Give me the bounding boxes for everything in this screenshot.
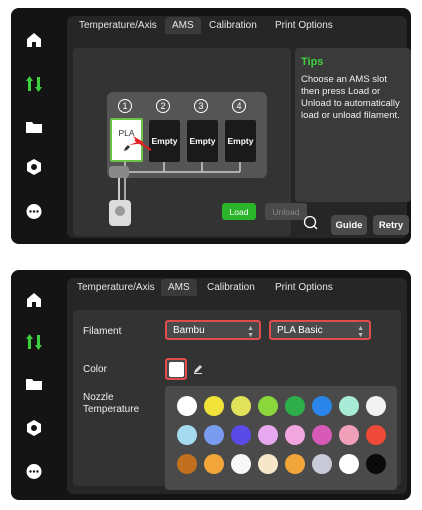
filament-type-select[interactable]: PLA Basic ▲ ▼ [269, 320, 371, 340]
folder-icon[interactable] [22, 115, 46, 139]
color-swatch-option[interactable] [258, 425, 278, 445]
filament-form: Filament Bambu ▲ ▼ PLA Basic ▲ ▼ Color Noz… [73, 310, 401, 490]
sidebar [11, 8, 57, 244]
color-swatch-option[interactable] [177, 425, 197, 445]
tab-calibration[interactable]: Calibration [209, 20, 257, 31]
ams-load-screen: Temperature/Axis AMS Calibration Print O… [11, 8, 411, 244]
color-swatch-option[interactable] [177, 454, 197, 474]
color-selector[interactable] [165, 358, 187, 380]
tab-calibration[interactable]: Calibration [207, 282, 255, 293]
nozzle-temperature-label: Nozzle Temperature [83, 392, 140, 415]
tab-bar: Temperature/Axis AMS Calibration Print O… [67, 278, 407, 302]
slot-2[interactable]: Empty [149, 120, 180, 162]
folder-icon[interactable] [22, 372, 46, 396]
chat-icon[interactable] [22, 460, 46, 484]
main-panel: Temperature/Axis AMS Calibration Print O… [67, 16, 411, 238]
sliders-icon[interactable] [22, 72, 46, 96]
filament-brand-select[interactable]: Bambu ▲ ▼ [165, 320, 261, 340]
color-swatch-option[interactable] [312, 454, 332, 474]
color-palette [165, 386, 397, 490]
color-swatch-option[interactable] [366, 425, 386, 445]
color-swatch-option[interactable] [339, 425, 359, 445]
edit-icon[interactable] [193, 364, 203, 374]
tab-print-options[interactable]: Print Options [275, 282, 333, 293]
tab-bar: Temperature/Axis AMS Calibration Print O… [67, 16, 407, 40]
select-arrows-icon: ▲ ▼ [357, 325, 364, 339]
color-swatch-option[interactable] [285, 454, 305, 474]
ams-area: 1 2 3 4 PLA Empty Empty Empty [73, 48, 291, 236]
color-swatch-option[interactable] [204, 454, 224, 474]
selected-color-swatch [168, 361, 184, 377]
retry-button[interactable]: Retry [373, 215, 409, 235]
color-swatch-option[interactable] [231, 425, 251, 445]
slot-4[interactable]: Empty [225, 120, 256, 162]
color-swatch-option[interactable] [258, 454, 278, 474]
color-swatch-option[interactable] [231, 454, 251, 474]
tips-title: Tips [301, 56, 324, 68]
home-icon[interactable] [22, 288, 46, 312]
slot-number-3: 3 [193, 98, 209, 114]
tips-panel: Tips Choose an AMS slot then press Load … [295, 48, 411, 202]
main-panel: Temperature/Axis AMS Calibration Print O… [67, 278, 407, 494]
color-swatch-option[interactable] [285, 396, 305, 416]
color-label: Color [83, 364, 107, 375]
ams-filament-edit-screen: Temperature/Axis AMS Calibration Print O… [11, 270, 411, 500]
chat-icon[interactable] [22, 200, 46, 224]
color-swatch-option[interactable] [312, 425, 332, 445]
tab-temperature-axis[interactable]: Temperature/Axis [77, 282, 155, 293]
slot-3[interactable]: Empty [187, 120, 218, 162]
color-swatch-option[interactable] [258, 396, 278, 416]
settings-icon[interactable] [22, 155, 46, 179]
color-swatch-option[interactable] [231, 396, 251, 416]
sidebar [11, 270, 57, 500]
tab-ams[interactable]: AMS [161, 279, 197, 296]
sliders-icon[interactable] [22, 330, 46, 354]
slot-number-1: 1 [117, 98, 133, 114]
guide-button[interactable]: Guide [331, 215, 367, 235]
load-button[interactable]: Load [222, 203, 256, 220]
color-swatch-option[interactable] [312, 396, 332, 416]
help-icon[interactable] [303, 215, 319, 231]
tab-print-options[interactable]: Print Options [275, 20, 333, 31]
color-swatch-option[interactable] [366, 396, 386, 416]
slot-number-4: 4 [231, 98, 247, 114]
slot-1[interactable]: PLA [110, 118, 143, 162]
home-icon[interactable] [22, 28, 46, 52]
tab-temperature-axis[interactable]: Temperature/Axis [79, 20, 157, 31]
color-swatch-option[interactable] [339, 396, 359, 416]
color-swatch-option[interactable] [339, 454, 359, 474]
color-swatch-option[interactable] [204, 396, 224, 416]
tab-ams[interactable]: AMS [165, 17, 201, 34]
color-swatch-option[interactable] [366, 454, 386, 474]
slot-number-2: 2 [155, 98, 171, 114]
color-swatch-option[interactable] [177, 396, 197, 416]
select-arrows-icon: ▲ ▼ [247, 325, 254, 339]
unload-button[interactable]: Unload [265, 203, 307, 220]
tips-body: Choose an AMS slot then press Load or Un… [301, 74, 400, 121]
edit-icon[interactable] [123, 144, 131, 152]
filament-label: Filament [83, 326, 122, 337]
color-swatch-option[interactable] [285, 425, 305, 445]
settings-icon[interactable] [22, 416, 46, 440]
color-swatch-option[interactable] [204, 425, 224, 445]
